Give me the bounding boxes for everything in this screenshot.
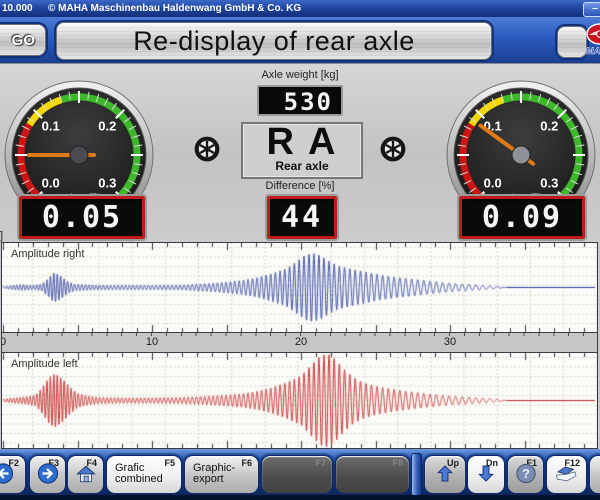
arrow-left-circle-icon (0, 463, 14, 490)
f7-button-disabled: F7 (261, 455, 333, 494)
f4-button[interactable]: F4 (67, 455, 104, 494)
help-icon: ? (515, 463, 537, 490)
svg-text:0.3: 0.3 (540, 175, 558, 190)
grafic-combined-button[interactable]: F5 Grafic combined (106, 455, 182, 494)
svg-text:MAHA: MAHA (586, 46, 600, 57)
amplitude-left-chart: Amplitude left (1, 352, 598, 449)
down-button[interactable]: Dn (467, 455, 505, 494)
printer-icon (554, 464, 580, 489)
amplitude-right-waveform (2, 243, 597, 332)
svg-text:0.2: 0.2 (540, 119, 558, 134)
header-band: GO Re-display of rear axle MAHA (0, 17, 600, 63)
arrow-up-icon (435, 464, 455, 489)
clipped-unit-bracket: ] (0, 230, 3, 242)
wheel-icon (380, 136, 406, 162)
x-axis-label: 0 (1, 336, 6, 348)
x-axis-label: 30 (444, 336, 456, 348)
svg-text:0.0: 0.0 (484, 175, 502, 190)
button-label: Grafic combined (115, 463, 163, 485)
fkey-label: F8 (392, 458, 403, 468)
app-version: 10.000 (2, 0, 33, 17)
maha-logo-icon: MAHA (585, 23, 600, 59)
svg-text:0.2: 0.2 (98, 119, 116, 134)
f3-button[interactable]: F3 (29, 455, 66, 494)
copyright-text: © MAHA Maschinenbau Haldenwang GmbH & Co… (48, 0, 301, 17)
axle-weight-display: 530 (257, 85, 343, 116)
f8-button-disabled: F8 (335, 455, 410, 494)
graphic-export-button[interactable]: F6 Graphic- export (184, 455, 259, 494)
toolbar-divider (411, 453, 422, 496)
chart-title: Amplitude left (11, 358, 78, 370)
x-axis-label: 10 (146, 336, 158, 348)
axle-weight-label: Axle weight [kg] (200, 69, 400, 81)
arrow-right-circle-icon (37, 463, 59, 490)
home-icon (75, 464, 97, 489)
svg-text:0.0: 0.0 (42, 175, 60, 190)
svg-text:?: ? (522, 466, 530, 481)
up-button[interactable]: Up (424, 455, 466, 494)
f12-print-button[interactable]: F12 (546, 455, 587, 494)
x-axis-label: 20 (295, 336, 307, 348)
toolbar-bottom-strip (0, 495, 600, 500)
axle-indicator-box: RA Rear axle (241, 122, 363, 179)
svg-text:0.1: 0.1 (42, 119, 60, 134)
wheel-icon (194, 136, 220, 162)
window-titlebar: 10.000 © MAHA Maschinenbau Haldenwang Gm… (0, 0, 600, 17)
clipped-edge-button[interactable] (589, 455, 600, 494)
difference-label: Difference [%] (200, 180, 400, 192)
f2-button[interactable]: F2 (0, 455, 26, 494)
header-side-plate (557, 26, 587, 58)
amplitude-right-chart: Amplitude right (1, 242, 598, 333)
damping-theta-right-display: 0.09 (459, 196, 585, 239)
go-button[interactable]: GO (0, 24, 46, 56)
damping-theta-left-display: 0.05 (19, 196, 145, 239)
amplitude-left-waveform (2, 353, 597, 448)
shared-x-axis: 0 10 20 30 (1, 333, 598, 352)
maha-app-window: 10.000 © MAHA Maschinenbau Haldenwang Gm… (0, 0, 600, 500)
chart-title: Amplitude right (11, 248, 84, 260)
difference-display: 44 (267, 196, 337, 239)
fkey-label: F6 (241, 458, 252, 468)
button-label: Graphic- export (193, 463, 235, 485)
page-title-plate: Re-display of rear axle (56, 22, 492, 60)
arrow-down-icon (476, 464, 496, 489)
damping-gauge-right: 0.00.10.20.3Damping Theta (445, 78, 597, 196)
function-key-toolbar: F2 F3 F4 F5 Grafic combined F6 Graphic- … (0, 449, 600, 500)
minimize-button[interactable]: – (583, 2, 600, 17)
fkey-label: F5 (164, 458, 175, 468)
axle-code: RA (243, 124, 361, 160)
f1-help-button[interactable]: F1 ? (507, 455, 544, 494)
page-title: Re-display of rear axle (133, 26, 415, 56)
svg-text:0.3: 0.3 (98, 175, 116, 190)
damping-gauge-left: 0.00.10.20.3Damping Theta (3, 78, 155, 196)
fkey-label: F7 (315, 458, 326, 468)
instrument-panel: Axle weight [kg] 530 RA Rear axle Differ… (0, 63, 600, 243)
